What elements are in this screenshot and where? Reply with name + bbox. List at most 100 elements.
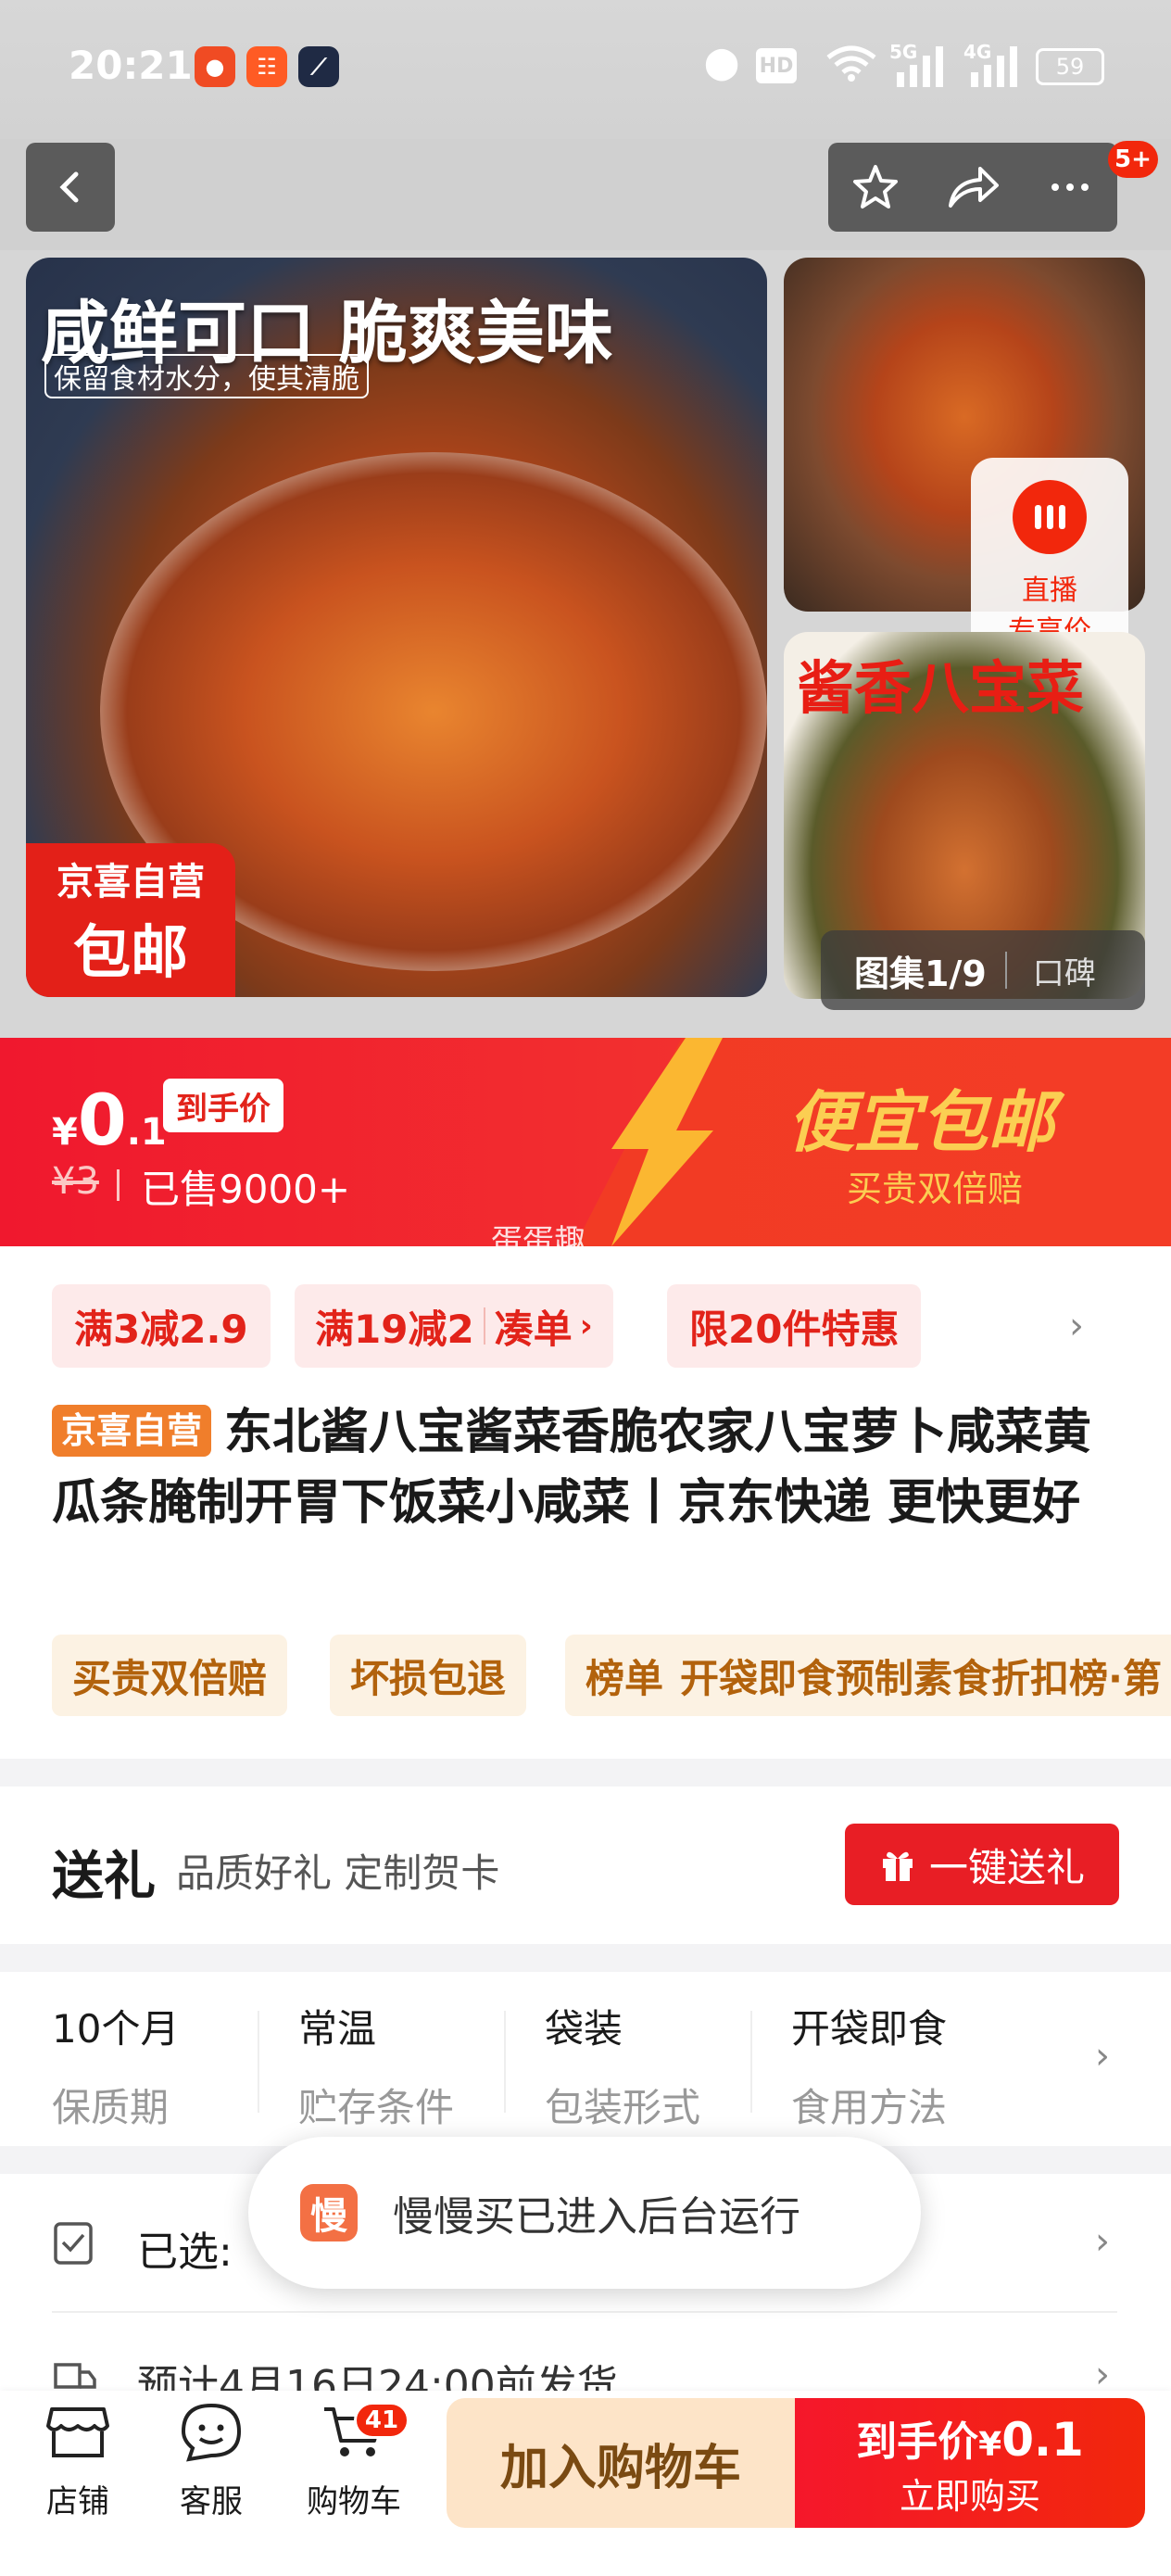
ranking-label: 榜单: [586, 1655, 664, 1701]
reviews-tab[interactable]: 口碑: [1033, 948, 1096, 993]
spec-item-4: 开袋即食 食用方法: [791, 1998, 947, 2133]
shipping-row[interactable]: 预计4月16日24:00前发货 ›: [0, 2313, 1171, 2391]
signal-5g-icon: [893, 44, 951, 93]
lightning-icon: [611, 1038, 723, 1246]
spec-item-1: 10个月 保质期: [52, 1998, 179, 2133]
gift-desc: 品质好礼 定制贺卡: [176, 1850, 500, 1896]
product-badge: 京喜自营: [52, 1405, 212, 1457]
service-tag-2[interactable]: 坏损包退: [330, 1635, 527, 1716]
back-button[interactable]: [26, 143, 115, 232]
spec-item-3: 袋装 包装形式: [545, 1998, 700, 2133]
spec-key-2: 贮存条件: [298, 2085, 455, 2130]
chevron-right-icon: ›: [579, 1307, 593, 1345]
service-tag-ranking[interactable]: 榜单 开袋即食预制素食折扣榜·第: [565, 1635, 1171, 1716]
gift-button-label: 一键送礼: [928, 1844, 1085, 1890]
promo-tag-3[interactable]: 限20件特惠: [667, 1284, 922, 1368]
promo-tag-1[interactable]: 满3减2.9: [52, 1284, 271, 1368]
spec-value-3: 袋装: [545, 2006, 623, 2052]
wifi-icon: [826, 44, 876, 90]
add-to-cart-label: 加入购物车: [499, 2440, 741, 2496]
chat-face-icon: [181, 2403, 242, 2462]
hd-icon: HD: [756, 48, 797, 83]
status-time: 20:21: [69, 43, 193, 88]
price-divider: [117, 1169, 120, 1201]
slow-buy-app-icon: 慢: [300, 2184, 358, 2241]
product-title-block: 京喜自营 东北酱八宝酱菜香脆农家八宝萝卜咸菜黄瓜条腌制开胃下饭菜小咸菜丨京东快递 …: [52, 1397, 1117, 1538]
price-banner: ¥0.1 到手价 ¥3 已售9000+ 便宜包邮 买贵双倍赔 蛋蛋趣: [0, 1038, 1171, 1260]
cart-count-badge: 41: [354, 2402, 409, 2439]
original-price: ¥3: [52, 1160, 99, 1203]
spec-value-4: 开袋即食: [791, 2006, 948, 2052]
share-icon[interactable]: [945, 161, 1001, 213]
album-label: 图集1/9: [854, 953, 987, 994]
chevron-left-icon: [59, 171, 79, 203]
main-subheadline: 保留食材水分，使其清脆: [44, 354, 369, 398]
service-tag-1[interactable]: 买贵双倍赔: [52, 1635, 288, 1716]
live-label-1: 直播: [1022, 575, 1077, 607]
specs-chevron-right-icon[interactable]: ›: [1095, 2035, 1110, 2077]
main-badge-top: 京喜自营: [57, 861, 205, 903]
album-divider: [1004, 952, 1007, 989]
spec-divider: [258, 2011, 259, 2113]
slogan-sub: 买贵双倍赔: [847, 1168, 1024, 1209]
main-badge-bottom: 包邮: [72, 918, 188, 986]
buy-price-currency: ¥: [978, 2425, 1002, 2464]
slogan: 便宜包邮: [787, 1083, 1055, 1161]
status-bar: 20:21 ● ☷ ⟋ ⬤ HD 5G 4G 59: [0, 0, 1171, 139]
live-icon: [1013, 480, 1087, 554]
ranking-text: 开袋即食预制素食折扣榜·第: [680, 1655, 1162, 1701]
toast-text: 慢慢买已进入后台运行: [393, 2193, 800, 2241]
main-image-badge: 京喜自营 包邮: [26, 843, 235, 997]
promo-more-chevron-icon[interactable]: ›: [1069, 1305, 1084, 1347]
spec-key-4: 食用方法: [791, 2085, 948, 2130]
promo-2-link: 凑单: [494, 1306, 573, 1352]
spec-key-1: 保质期: [52, 2085, 170, 2130]
nav-action-group: [828, 143, 1117, 232]
price-int: 0: [77, 1079, 127, 1161]
main-product-image[interactable]: 咸鲜可口 脆爽美味 保留食材水分，使其清脆 京喜自营 包邮: [26, 258, 767, 997]
buy-price-line: 到手价¥0.1: [856, 2408, 1084, 2468]
more-badge: 5+: [1108, 141, 1158, 178]
section-separator: [0, 1759, 1171, 1787]
background-toast: 慢 慢慢买已进入后台运行: [248, 2137, 921, 2289]
app-notification-icon-2: ☷: [246, 46, 287, 87]
promo-2-divider: [483, 1307, 485, 1345]
buy-price-value: 0.1: [1001, 2412, 1084, 2467]
selected-label: 已选:: [137, 2229, 233, 2276]
checklist-icon: [54, 2222, 93, 2265]
buy-price-label: 到手价: [856, 2418, 979, 2466]
buy-now-label: 立即购买: [899, 2475, 1040, 2517]
price-value: ¥0.1: [52, 1079, 167, 1161]
promo-tag-2[interactable]: 满19减2 凑单 ›: [295, 1284, 613, 1368]
promo-2-text: 满19减2: [315, 1306, 474, 1352]
store-tab[interactable]: 店铺: [33, 2402, 122, 2521]
app-notification-icon-3: ⟋: [298, 46, 339, 87]
store-label: 店铺: [46, 2483, 109, 2520]
spec-value-1: 10个月: [52, 2006, 180, 2052]
spec-divider: [504, 2011, 506, 2113]
thumb-title: 酱香八宝菜: [797, 654, 1085, 722]
shipping-text: 预计4月16日24:00前发货: [137, 2362, 618, 2391]
cart-label: 购物车: [307, 2483, 401, 2520]
spec-value-2: 常温: [298, 2006, 377, 2052]
gift-button[interactable]: 一键送礼: [845, 1824, 1119, 1905]
live-price-button[interactable]: 直播 专享价: [971, 458, 1128, 656]
spec-key-3: 包装形式: [545, 2085, 701, 2130]
selected-chevron-right-icon[interactable]: ›: [1095, 2220, 1110, 2263]
battery-indicator: 59: [1036, 48, 1104, 85]
buy-now-button[interactable]: 到手价¥0.1 立即购买: [795, 2398, 1145, 2528]
add-to-cart-button[interactable]: 加入购物车: [447, 2398, 795, 2528]
star-icon[interactable]: [850, 161, 901, 213]
price-tag: 到手价: [163, 1079, 283, 1132]
price-currency: ¥: [52, 1111, 78, 1154]
shipping-chevron-right-icon[interactable]: ›: [1095, 2354, 1110, 2391]
customer-service-tab[interactable]: 客服: [167, 2402, 256, 2521]
app-notification-icon: ●: [195, 46, 235, 87]
sold-count: 已售9000+: [141, 1167, 351, 1212]
more-icon[interactable]: [1044, 161, 1096, 213]
location-icon: ⬤: [704, 44, 740, 82]
album-counter[interactable]: 图集1/9 口碑: [821, 930, 1145, 1010]
truck-icon: [54, 2363, 96, 2389]
spec-divider: [750, 2011, 752, 2113]
customer-service-label: 客服: [180, 2483, 243, 2520]
